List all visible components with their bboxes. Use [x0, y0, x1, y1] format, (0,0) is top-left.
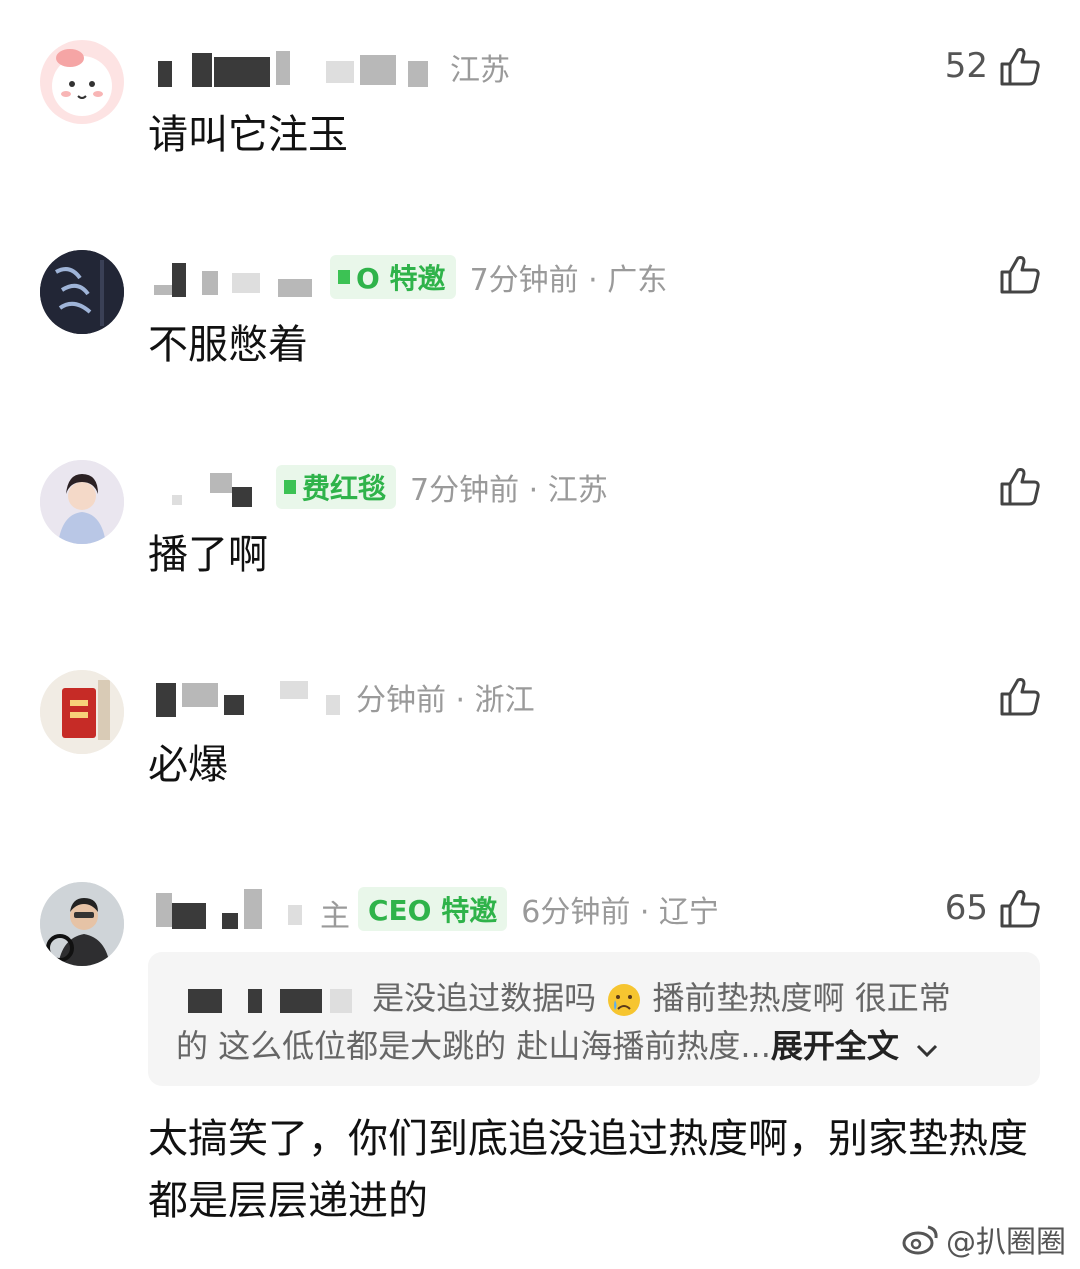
comment-meta: 分钟前 · 浙江	[150, 672, 535, 722]
comment-meta: 费红毯 7分钟前 · 江苏	[150, 462, 608, 512]
like-count: 52	[944, 46, 988, 86]
comment-meta: O 特邀 7分钟前 · 广东	[150, 252, 667, 302]
comment-text: 太搞笑了，你们到底追没追过热度啊，别家垫热度都是层层递进的	[148, 1116, 1028, 1224]
comment-text: 必爆	[148, 742, 228, 788]
username-redacted[interactable]	[150, 257, 316, 297]
like-button[interactable]	[998, 668, 1042, 724]
quote-username-redacted	[176, 985, 362, 1015]
avatar[interactable]	[40, 460, 124, 544]
username-redacted[interactable]	[150, 47, 436, 87]
ceo-invite-badge: CEO 特邀	[358, 887, 508, 931]
comment-text: 播了啊	[148, 532, 268, 578]
weibo-logo-icon	[902, 1225, 938, 1255]
like-button[interactable]	[998, 458, 1042, 514]
quoted-reply[interactable]: 是没追过数据吗 播前垫热度啊 很正常 的 这么低位都是大跳的 赴山海播前热度..…	[148, 952, 1040, 1086]
comment-meta: 主 CEO 特邀 6分钟前 · 辽宁	[150, 884, 719, 934]
avatar[interactable]	[40, 250, 124, 334]
username-redacted[interactable]: 主	[150, 889, 350, 934]
avatar[interactable]	[40, 882, 124, 966]
thumbs-up-icon	[1000, 48, 1040, 86]
comment-meta: 江苏	[150, 42, 510, 92]
comment-text: 不服憋着	[148, 322, 308, 368]
thumbs-up-icon	[1000, 256, 1040, 294]
like-button[interactable]	[998, 246, 1042, 302]
crying-face-icon	[606, 982, 642, 1018]
red-carpet-badge: 费红毯	[276, 465, 397, 509]
thumbs-up-icon	[1000, 678, 1040, 716]
username-redacted[interactable]	[150, 467, 262, 507]
like-button[interactable]: 65	[945, 880, 1042, 936]
thumbs-up-icon	[1000, 468, 1040, 506]
avatar[interactable]	[40, 670, 124, 754]
weibo-watermark: @扒圈圈	[902, 1217, 1066, 1261]
avatar[interactable]	[40, 40, 124, 124]
time-location: 分钟前 · 浙江	[356, 683, 535, 718]
invite-badge: O 特邀	[330, 255, 456, 299]
username-redacted[interactable]	[150, 677, 342, 717]
comment-text: 请叫它注玉	[148, 112, 348, 158]
chevron-down-icon[interactable]	[915, 1024, 939, 1072]
quoted-text: 是没追过数据吗 播前垫热度啊 很正常 的 这么低位都是大跳的 赴山海播前热度..…	[176, 974, 1016, 1072]
thumbs-up-icon	[1000, 890, 1040, 928]
time-location: 6分钟前 · 辽宁	[521, 895, 719, 930]
expand-full-text-link[interactable]: 展开全文	[771, 1027, 899, 1065]
like-button[interactable]: 52	[945, 38, 1042, 94]
time-location: 7分钟前 · 广东	[469, 263, 668, 298]
location: 江苏	[450, 53, 510, 88]
like-count: 65	[944, 888, 988, 928]
time-location: 7分钟前 · 江苏	[410, 473, 608, 508]
